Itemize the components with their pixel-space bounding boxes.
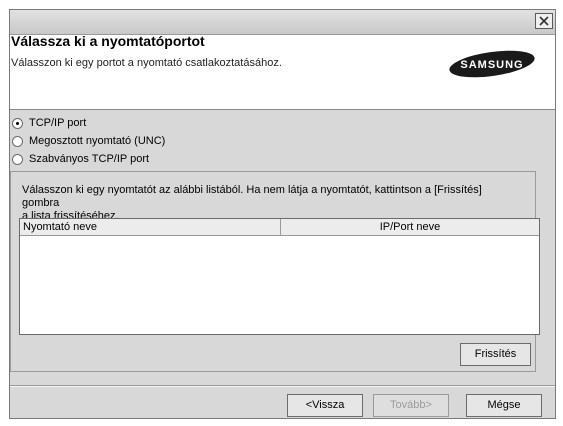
radio-tcpip[interactable]	[12, 117, 23, 129]
refresh-button[interactable]: Frissítés	[460, 343, 531, 366]
port-option-label: Megosztott nyomtató (UNC)	[29, 135, 166, 147]
column-header-ip-port[interactable]: IP/Port neve	[281, 219, 539, 236]
samsung-logo: SAMSUNG	[449, 50, 535, 78]
port-option-label: Szabványos TCP/IP port	[29, 153, 150, 165]
cancel-button[interactable]: Mégse	[466, 394, 542, 417]
next-button[interactable]: Tovább>	[373, 394, 449, 417]
dialog-subtitle: Válasszon ki egy portot a nyomtató csatl…	[11, 57, 282, 69]
radio-unc[interactable]	[12, 135, 23, 147]
dialog-title: Válassza ki a nyomtatóportot	[11, 33, 205, 49]
port-option-unc[interactable]: Megosztott nyomtató (UNC)	[12, 133, 165, 149]
back-button[interactable]: <Vissza	[287, 394, 363, 417]
close-icon	[539, 16, 549, 26]
column-header-printer-name[interactable]: Nyomtató neve	[20, 219, 281, 236]
port-option-label: TCP/IP port	[29, 117, 87, 129]
radio-standard-tcpip[interactable]	[12, 153, 23, 165]
samsung-logo-text: SAMSUNG	[460, 59, 523, 71]
port-option-standard-tcpip[interactable]: Szabványos TCP/IP port	[12, 151, 149, 167]
printer-list[interactable]: Nyomtató neve IP/Port neve	[19, 218, 540, 335]
instruction-line-1: Válasszon ki egy nyomtatót az alábbi lis…	[22, 184, 482, 209]
title-bar	[10, 10, 555, 35]
close-button[interactable]	[535, 13, 553, 29]
button-separator	[10, 385, 555, 387]
port-option-tcpip[interactable]: TCP/IP port	[12, 115, 86, 131]
